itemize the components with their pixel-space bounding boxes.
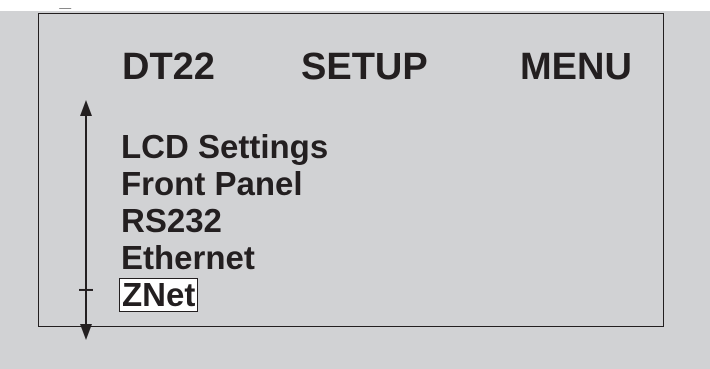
title-device: DT22 xyxy=(122,46,215,88)
menu-item-label: RS232 xyxy=(121,202,222,239)
corner-mark xyxy=(58,0,78,9)
menu-item-label: ZNet xyxy=(119,278,199,312)
menu-item-label: LCD Settings xyxy=(121,128,329,165)
menu-item-label: Ethernet xyxy=(121,239,255,276)
lcd-screen: DT22 SETUP MENU LCD Settings Front Panel… xyxy=(38,13,664,340)
menu-item-znet[interactable]: ZNet xyxy=(119,276,330,313)
menu-item-rs232[interactable]: RS232 xyxy=(121,202,330,239)
lcd-display: DT22 SETUP MENU LCD Settings Front Panel… xyxy=(0,11,710,369)
arrow-down-icon xyxy=(80,324,92,340)
title-menu: MENU xyxy=(520,46,632,88)
menu-item-ethernet[interactable]: Ethernet xyxy=(121,239,330,276)
title-setup: SETUP xyxy=(301,46,428,88)
menu-item-front-panel[interactable]: Front Panel xyxy=(121,165,330,202)
arrow-up-icon xyxy=(80,100,92,116)
setup-menu-list: LCD Settings Front Panel RS232 Ethernet … xyxy=(119,128,330,313)
menu-item-label: Front Panel xyxy=(121,165,303,202)
menu-item-lcd-settings[interactable]: LCD Settings xyxy=(121,128,330,165)
scroll-indicator[interactable] xyxy=(79,100,93,340)
